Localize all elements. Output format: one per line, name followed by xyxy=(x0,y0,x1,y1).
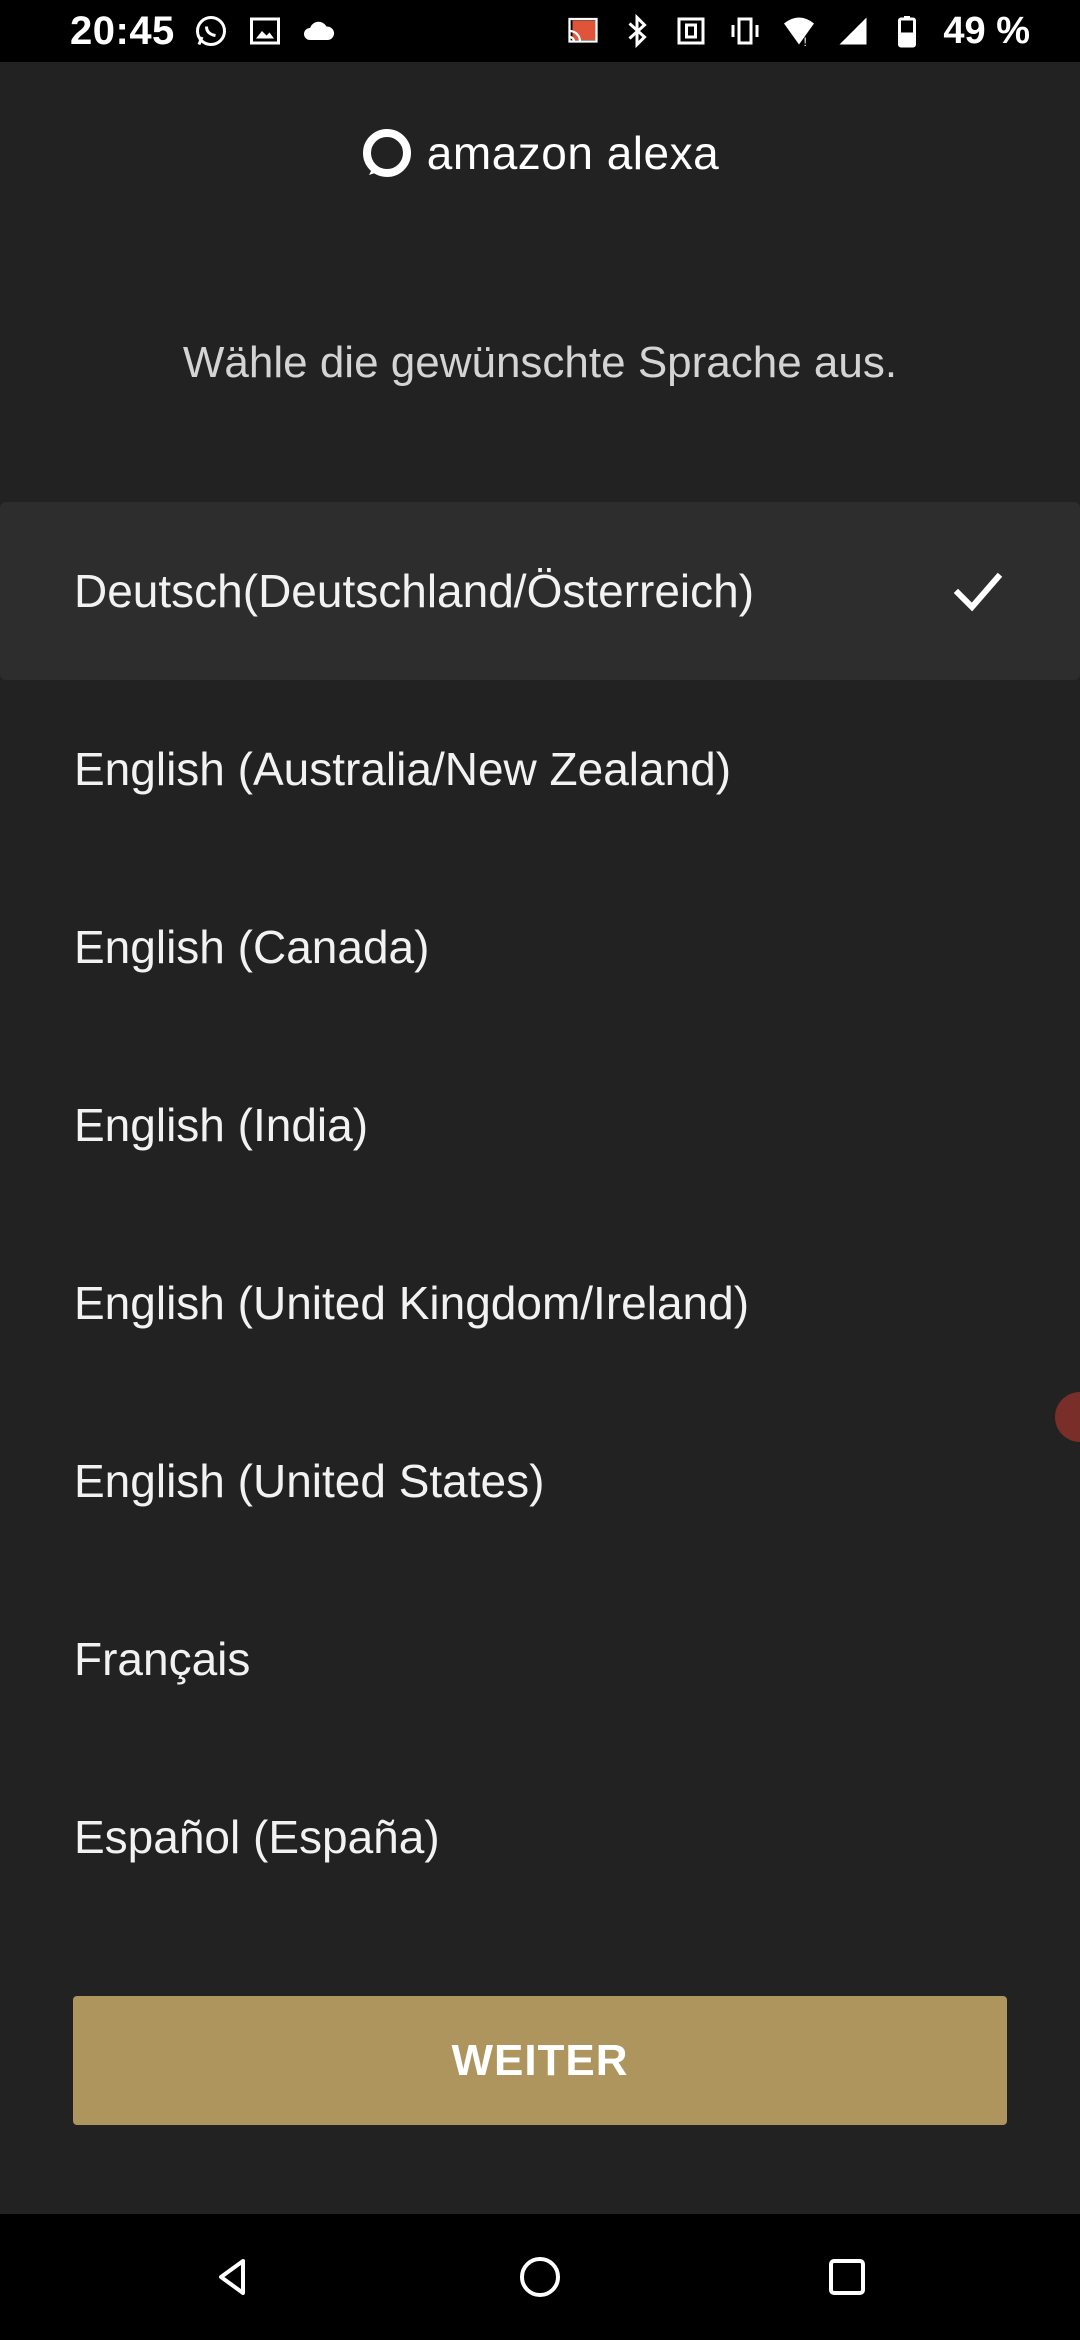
cloud-icon xyxy=(301,13,337,49)
language-item-english-australia[interactable]: English (Australia/New Zealand) xyxy=(0,680,1080,858)
nfc-icon xyxy=(673,13,709,49)
language-label: English (United States) xyxy=(74,1455,545,1507)
language-list: Deutsch(Deutschland/Österreich) English … xyxy=(0,502,1080,1926)
home-icon[interactable] xyxy=(500,2237,580,2317)
language-item-english-india[interactable]: English (India) xyxy=(0,1036,1080,1214)
language-item-espanol[interactable]: Español (España) xyxy=(0,1748,1080,1926)
amazon-alexa-logo: amazon alexa xyxy=(0,118,1080,188)
language-label: English (Canada) xyxy=(74,921,430,973)
language-label: Deutsch(Deutschland/Österreich) xyxy=(74,565,755,617)
language-item-english-us[interactable]: English (United States) xyxy=(0,1392,1080,1570)
vibrate-icon xyxy=(727,13,763,49)
page-subtitle: Wähle die gewünschte Sprache aus. xyxy=(182,338,898,387)
cast-icon xyxy=(565,13,601,49)
battery-percentage: 49 % xyxy=(943,9,1030,52)
battery-icon xyxy=(889,13,925,49)
image-icon xyxy=(247,13,283,49)
status-left: 20:45 xyxy=(70,9,337,54)
navigation-bar xyxy=(0,2214,1080,2340)
status-bar: 20:45 ! 49 % xyxy=(0,0,1080,62)
status-right: ! 49 % xyxy=(565,10,1030,53)
language-item-english-uk[interactable]: English (United Kingdom/Ireland) xyxy=(0,1214,1080,1392)
svg-text:!: ! xyxy=(804,35,807,49)
language-item-francais[interactable]: Français xyxy=(0,1570,1080,1748)
logo-text: amazon alexa xyxy=(426,127,720,179)
alexa-ring-icon xyxy=(362,129,411,177)
back-icon[interactable] xyxy=(193,2237,273,2317)
recents-icon[interactable] xyxy=(807,2237,887,2317)
signal-icon xyxy=(835,13,871,49)
language-label: English (United Kingdom/Ireland) xyxy=(74,1277,750,1329)
bluetooth-icon xyxy=(619,13,655,49)
language-item-deutsch[interactable]: Deutsch(Deutschland/Österreich) xyxy=(0,502,1080,680)
language-label: Español (España) xyxy=(74,1811,440,1863)
language-label: Français xyxy=(74,1633,251,1685)
wifi-icon: ! xyxy=(781,13,817,49)
checkmark-icon xyxy=(950,563,1006,619)
status-time: 20:45 xyxy=(70,8,175,53)
language-label: English (India) xyxy=(74,1099,369,1151)
language-item-english-canada[interactable]: English (Canada) xyxy=(0,858,1080,1036)
language-label: English (Australia/New Zealand) xyxy=(74,743,732,795)
whatsapp-icon xyxy=(193,13,229,49)
continue-button[interactable]: WEITER xyxy=(73,1996,1007,2125)
